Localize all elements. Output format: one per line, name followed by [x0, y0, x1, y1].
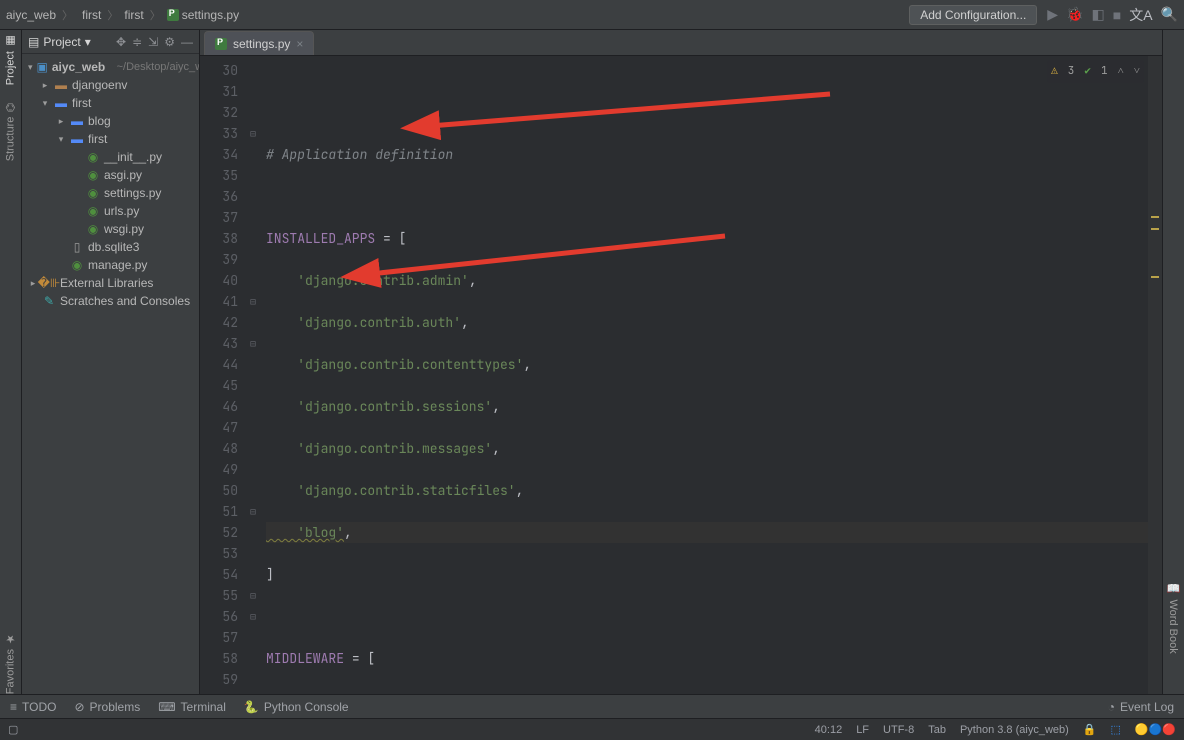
collapse-icon[interactable]: ⇲ [148, 35, 158, 49]
left-tool-stripe: Project ▦ Structure ⌬ Favorites ★ [0, 30, 22, 694]
ok-icon: ✔ [1084, 61, 1091, 82]
status-interpreter[interactable]: Python 3.8 (aiyc_web) [960, 724, 1069, 736]
chrome-icon[interactable]: 🟡🔵🔴 [1135, 723, 1176, 736]
project-panel-header: ▤ Project ▾ ✥ ≑ ⇲ ⚙ — [22, 30, 199, 54]
todo-tool-tab[interactable]: ≡ TODO [10, 700, 56, 714]
locate-icon[interactable]: ✥ [116, 35, 126, 49]
memory-indicator-icon[interactable]: ⬚ [1111, 723, 1121, 736]
structure-tool-tab[interactable]: Structure ⌬ [4, 103, 17, 161]
tree-scratches[interactable]: ✎Scratches and Consoles [22, 292, 199, 310]
breadcrumb-root[interactable]: aiyc_web [6, 8, 56, 22]
status-panel-icon[interactable]: ▢ [8, 723, 18, 736]
inspections-summary[interactable]: ⚠ 3 ✔ 1 ˄ ˅ [1047, 60, 1144, 83]
fold-gutter[interactable]: ⊟⊟⊟⊟⊟⊟ [246, 56, 260, 694]
right-tool-stripe: 📖 Word Book [1162, 30, 1184, 694]
breadcrumb-separator-icon: 〉 [148, 7, 163, 23]
tree-asgi[interactable]: ◉asgi.py [22, 166, 199, 184]
python-file-icon [167, 9, 179, 21]
breadcrumb-folder-1[interactable]: first [79, 8, 101, 22]
editor-tab-bar: settings.py× [200, 30, 1162, 56]
stop-icon[interactable]: ■ [1113, 7, 1121, 23]
editor-body[interactable]: ⚠ 3 ✔ 1 ˄ ˅ 303132333435363738394041424344… [200, 56, 1162, 694]
chevron-down-icon[interactable]: ˅ [1134, 61, 1140, 82]
chevron-up-icon[interactable]: ˄ [1118, 61, 1124, 82]
hide-icon[interactable]: — [181, 35, 193, 49]
language-icon[interactable]: 文A [1129, 5, 1152, 25]
top-navigation-bar: aiyc_web 〉 first 〉 first 〉 settings.py A… [0, 0, 1184, 30]
debug-icon[interactable]: 🐞 [1066, 6, 1083, 23]
event-log-tool-tab[interactable]: ◔ Event Log [1108, 700, 1174, 714]
coverage-icon[interactable]: ◧ [1092, 6, 1105, 23]
bottom-tool-bar: ≡ TODO ⊘ Problems ⌨ Terminal 🐍 Python Co… [0, 694, 1184, 718]
breadcrumb-folder-2[interactable]: first [124, 8, 143, 22]
problems-tool-tab[interactable]: ⊘ Problems [74, 700, 140, 714]
close-tab-icon[interactable]: × [296, 37, 303, 51]
line-number-gutter[interactable]: 3031323334353637383940414243444546474849… [200, 56, 246, 694]
tree-urls[interactable]: ◉urls.py [22, 202, 199, 220]
tree-wsgi[interactable]: ◉wsgi.py [22, 220, 199, 238]
ok-count: 1 [1101, 61, 1108, 82]
run-toolbar: ▶ 🐞 ◧ ■ 文A 🔍 [1047, 5, 1178, 25]
status-indent[interactable]: Tab [928, 724, 946, 736]
status-encoding[interactable]: UTF-8 [883, 724, 914, 736]
search-icon[interactable]: 🔍 [1161, 6, 1178, 23]
project-panel-title[interactable]: ▤ Project ▾ [28, 35, 91, 49]
python-file-icon [215, 38, 227, 50]
tree-init[interactable]: ◉__init__.py [22, 148, 199, 166]
project-panel: ▤ Project ▾ ✥ ≑ ⇲ ⚙ — ▾▣aiyc_web ~/Deskt… [22, 30, 200, 694]
tree-root[interactable]: ▾▣aiyc_web ~/Desktop/aiyc_web [22, 58, 199, 76]
warning-count: 3 [1068, 61, 1075, 82]
project-tree[interactable]: ▾▣aiyc_web ~/Desktop/aiyc_web ▸▬djangoen… [22, 54, 199, 694]
breadcrumb-file[interactable]: settings.py [167, 8, 239, 22]
tree-djangoenv[interactable]: ▸▬djangoenv [22, 76, 199, 94]
tree-external-libraries[interactable]: ▸�⊪External Libraries [22, 274, 199, 292]
editor: settings.py× ⚠ 3 ✔ 1 ˄ ˅ 30313233343536373… [200, 30, 1162, 694]
status-caret-position[interactable]: 40:12 [815, 724, 843, 736]
expand-icon[interactable]: ≑ [132, 35, 142, 49]
run-icon[interactable]: ▶ [1047, 6, 1058, 23]
warning-icon: ⚠ [1051, 61, 1058, 82]
tree-blog[interactable]: ▸▬blog [22, 112, 199, 130]
tree-db[interactable]: ▯db.sqlite3 [22, 238, 199, 256]
tree-settings[interactable]: ◉settings.py [22, 184, 199, 202]
status-bar: ▢ 40:12 LF UTF-8 Tab Python 3.8 (aiyc_we… [0, 718, 1184, 740]
editor-tab-settings[interactable]: settings.py× [204, 31, 314, 55]
breadcrumb-separator-icon: 〉 [105, 7, 120, 23]
breadcrumb-separator-icon: 〉 [60, 7, 75, 23]
editor-error-stripe[interactable] [1148, 56, 1162, 694]
tree-first[interactable]: ▾▬first [22, 94, 199, 112]
wordbook-tool-tab[interactable]: 📖 Word Book [1167, 583, 1180, 654]
breadcrumbs: aiyc_web 〉 first 〉 first 〉 settings.py [6, 7, 909, 23]
project-tool-tab[interactable]: Project ▦ [4, 34, 17, 85]
terminal-tool-tab[interactable]: ⌨ Terminal [158, 700, 226, 714]
lock-icon[interactable]: 🔒 [1083, 723, 1097, 736]
tree-first-inner[interactable]: ▾▬first [22, 130, 199, 148]
tree-manage[interactable]: ◉manage.py [22, 256, 199, 274]
code-area[interactable]: # Application definition INSTALLED_APPS … [260, 56, 1148, 694]
add-configuration-button[interactable]: Add Configuration... [909, 5, 1037, 25]
favorites-tool-tab[interactable]: Favorites ★ [4, 632, 17, 694]
python-console-tool-tab[interactable]: 🐍 Python Console [244, 700, 349, 714]
status-line-separator[interactable]: LF [856, 724, 869, 736]
gear-icon[interactable]: ⚙ [164, 35, 175, 49]
